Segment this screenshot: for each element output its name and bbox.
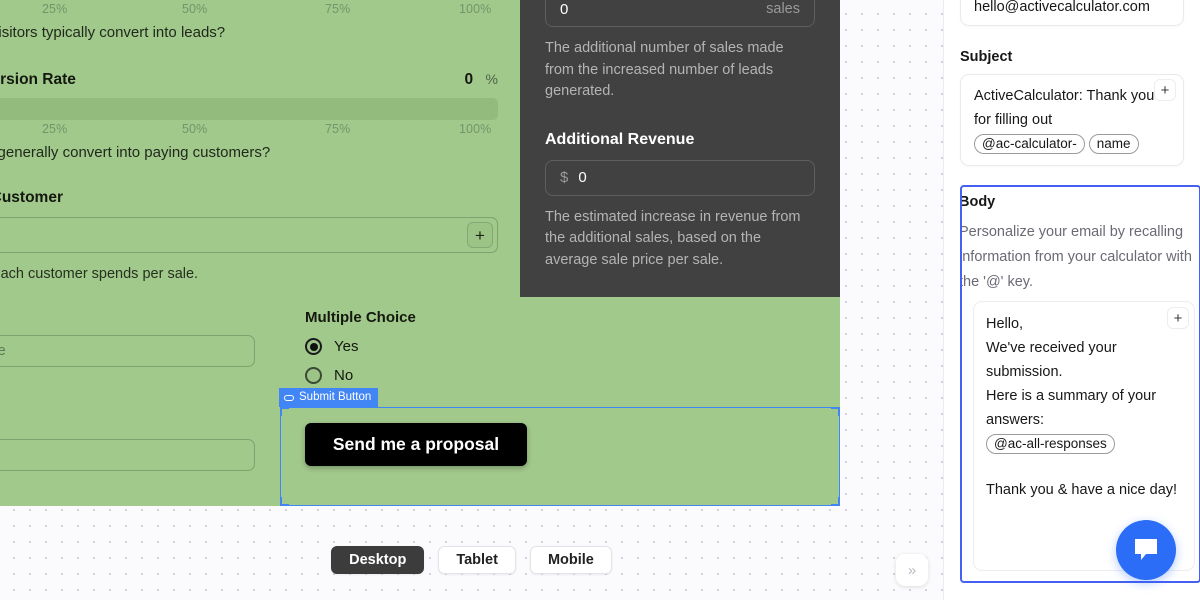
selection-tag-label: Submit Button xyxy=(299,391,372,403)
subject-label: Subject xyxy=(960,49,1013,65)
submit-button-selection-region[interactable]: Submit Button Send me a proposal xyxy=(279,388,840,506)
additional-revenue-title: Additional Revenue xyxy=(545,130,695,148)
name-input[interactable]: nswer here xyxy=(0,335,255,367)
device-preview-toolbar: Desktop Tablet Mobile xyxy=(0,546,943,574)
body-label: Body xyxy=(960,194,996,210)
tick-75-b: 75% xyxy=(325,122,351,136)
customer-conversion-rate-value: 0 xyxy=(464,71,474,88)
radio-icon-selected[interactable] xyxy=(305,338,322,355)
radio-option-no[interactable]: No xyxy=(305,367,605,384)
submit-button[interactable]: Send me a proposal xyxy=(305,423,527,466)
customer-conversion-rate-row: mer Conversion Rate 0 % xyxy=(0,71,498,89)
body-line-5: answers: xyxy=(986,412,1045,428)
body-closing-line: Thank you & have a nice day! xyxy=(986,482,1178,498)
tick-100: 100% xyxy=(459,2,492,16)
customer-conversion-rate-slider[interactable] xyxy=(0,98,498,120)
subject-chip-calculator-name-1[interactable]: @ac-calculator- xyxy=(974,134,1085,154)
price-per-customer-input[interactable]: + xyxy=(0,217,498,253)
chevron-double-right-icon[interactable]: » xyxy=(896,554,928,586)
body-line-2: We've received your xyxy=(986,340,1117,356)
resize-handle-bottom-right[interactable] xyxy=(831,497,840,506)
radio-icon-unselected[interactable] xyxy=(305,367,322,384)
currency-symbol: $ xyxy=(560,169,569,186)
slider-ticks-top: 25% 50% 75% 100% xyxy=(0,0,498,22)
tick-50-b: 50% xyxy=(182,122,208,136)
tick-25: 25% xyxy=(42,2,68,16)
body-line-4: Here is a summary of your xyxy=(986,388,1157,404)
name-field-label: ame? * xyxy=(0,307,255,324)
body-line-1: Hello, xyxy=(986,316,1024,332)
additional-sales-unit: sales xyxy=(766,1,800,17)
radio-label-no: No xyxy=(334,367,354,384)
body-chip-all-responses[interactable]: @ac-all-responses xyxy=(986,434,1115,454)
selection-tag: Submit Button xyxy=(279,388,379,407)
calculator-left-column: 25% 50% 75% 100% ge of your visitors typ… xyxy=(0,0,500,300)
additional-sales-help: The additional number of sales made from… xyxy=(545,40,784,99)
multiple-choice-title: Multiple Choice xyxy=(305,309,416,326)
editor-canvas: 25% 50% 75% 100% ge of your visitors typ… xyxy=(0,0,943,600)
radio-label-yes: Yes xyxy=(334,338,359,355)
results-panel: 0 sales The additional number of sales m… xyxy=(520,0,840,297)
subject-input[interactable]: ActiveCalculator: Thank you for filling … xyxy=(960,74,1184,166)
name-input-placeholder: nswer here xyxy=(0,343,6,359)
plus-icon[interactable]: + xyxy=(1154,79,1176,101)
additional-revenue-help: The estimated increase in revenue from t… xyxy=(545,208,801,268)
additional-revenue-value: 0 xyxy=(578,169,587,186)
body-section[interactable]: Body Personalize your email by recalling… xyxy=(960,185,1200,583)
app-root: 25% 50% 75% 100% ge of your visitors typ… xyxy=(0,0,1200,600)
body-line-3: submission. xyxy=(986,364,1063,380)
price-per-customer-help: ge amount each customer spends per sale. xyxy=(0,266,199,282)
device-button-mobile[interactable]: Mobile xyxy=(529,546,612,574)
body-description: Personalize your email by recalling info… xyxy=(960,224,1192,290)
percent-unit: % xyxy=(485,71,498,87)
customer-conversion-rate-value-group: 0 % xyxy=(464,71,498,89)
slider-ticks-bottom: 25% 50% 75% 100% xyxy=(0,120,498,142)
device-button-desktop[interactable]: Desktop xyxy=(331,546,425,574)
tick-25-b: 25% xyxy=(42,122,68,136)
resize-handle-top-left[interactable] xyxy=(280,407,289,416)
lead-conversion-question: ge of your visitors typically convert in… xyxy=(0,24,226,41)
from-email-value: hello@activecalculator.com xyxy=(974,0,1150,15)
resize-handle-top-right[interactable] xyxy=(831,407,840,416)
customer-conversion-question: ge of leads generally convert into payin… xyxy=(0,144,271,161)
email-field-label: our email? xyxy=(0,411,255,428)
additional-sales-value: 0 xyxy=(560,0,569,18)
plus-icon[interactable]: + xyxy=(467,222,493,248)
price-per-customer-label: Price per Customer xyxy=(0,189,63,206)
device-button-tablet[interactable]: Tablet xyxy=(438,546,516,574)
subject-chip-calculator-name-2[interactable]: name xyxy=(1088,134,1139,154)
customer-conversion-rate-label: mer Conversion Rate xyxy=(0,71,76,88)
chat-bubble-icon[interactable] xyxy=(1116,520,1176,580)
form-left-column: ame? * nswer here our email? ple.com xyxy=(0,307,255,471)
resize-handle-bottom-left[interactable] xyxy=(280,497,289,506)
form-right-column: Multiple Choice Yes No xyxy=(305,309,605,384)
additional-revenue-input[interactable]: $ 0 xyxy=(545,159,815,196)
additional-sales-input[interactable]: 0 sales xyxy=(545,0,815,27)
button-widget-icon xyxy=(284,394,294,401)
tick-100-b: 100% xyxy=(459,122,492,136)
tick-75: 75% xyxy=(325,2,351,16)
email-settings-panel: hello@activecalculator.com Subject Activ… xyxy=(943,0,1200,600)
tick-50: 50% xyxy=(182,2,208,16)
body-chip-wrapper: @ac-all-responses xyxy=(986,432,1182,456)
plus-icon[interactable]: + xyxy=(1167,307,1189,329)
from-email-input[interactable]: hello@activecalculator.com xyxy=(960,0,1184,26)
email-input[interactable]: ple.com xyxy=(0,439,255,471)
radio-option-yes[interactable]: Yes xyxy=(305,338,605,355)
subject-text: ActiveCalculator: Thank you for filling … xyxy=(974,88,1155,128)
